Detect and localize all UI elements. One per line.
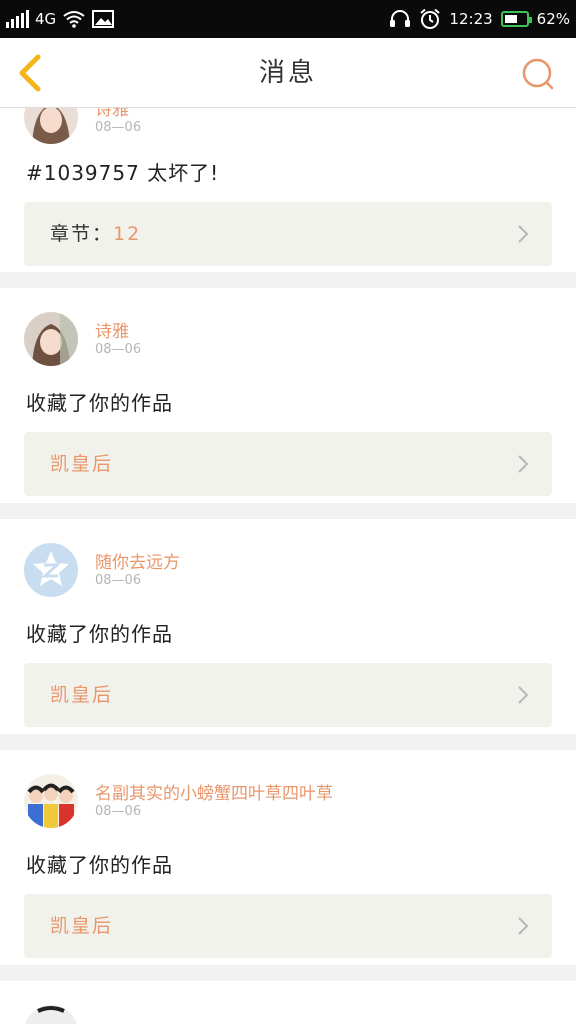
battery-icon <box>500 11 532 27</box>
chevron-right-icon <box>518 917 529 935</box>
chapter-key: 章节： <box>50 223 114 245</box>
message-date: 08—06 <box>95 120 142 135</box>
avatar[interactable] <box>24 108 78 144</box>
message-text: 收藏了你的作品 <box>26 853 173 877</box>
username[interactable]: 诗雅 <box>95 317 129 342</box>
avatar[interactable] <box>24 1005 78 1024</box>
work-link[interactable]: 凯皇后 <box>24 663 552 727</box>
signal-icon <box>6 10 29 28</box>
work-title: 凯皇后 <box>50 684 114 706</box>
message-text: 收藏了你的作品 <box>26 622 173 646</box>
work-link[interactable]: 凯皇后 <box>24 894 552 958</box>
message-user-row: 诗雅 08—06 <box>24 312 552 368</box>
message-card: 名副其实的小螃蟹四叶草四叶草 08—06 收藏了你的作品 凯皇后 <box>0 750 576 965</box>
chapter-value: 12 <box>113 223 142 245</box>
work-title: 凯皇后 <box>50 915 114 937</box>
battery-percent: 62% <box>536 10 570 28</box>
message-card: 诗雅 08—06 #1039757 太坏了! 章节：12 <box>0 108 576 272</box>
chapter-link[interactable]: 章节：12 <box>24 202 552 266</box>
status-bar: 4G 12:23 62% <box>0 0 576 38</box>
alarm-icon <box>420 8 441 29</box>
avatar[interactable] <box>24 312 78 366</box>
message-date: 08—06 <box>95 342 142 357</box>
clock: 12:23 <box>449 10 493 28</box>
username[interactable]: 诗雅 <box>95 108 129 120</box>
image-icon <box>92 10 115 28</box>
chapter-link-label: 章节：12 <box>50 202 141 266</box>
chevron-right-icon <box>518 455 529 473</box>
battery-fill <box>504 15 517 23</box>
message-user-row: 诗雅 08—06 <box>24 108 552 146</box>
network-label: 4G <box>35 10 57 28</box>
message-card: 随你去远方 08—06 收藏了你的作品 凯皇后 <box>0 519 576 734</box>
chevron-right-icon <box>518 225 529 243</box>
username[interactable]: 随你去远方 <box>95 548 180 573</box>
message-date: 08—06 <box>95 804 142 819</box>
app-header: 消息 <box>0 38 576 108</box>
headset-icon <box>390 10 411 27</box>
chevron-right-icon <box>518 686 529 704</box>
status-left: 4G <box>6 8 115 30</box>
work-title: 凯皇后 <box>50 453 114 475</box>
avatar[interactable] <box>24 774 78 828</box>
message-feed[interactable]: 诗雅 08—06 #1039757 太坏了! 章节：12 诗雅 08—06 收藏… <box>0 108 576 1024</box>
page-title: 消息 <box>258 58 317 88</box>
message-user-row: 名副其实的小螃蟹四叶草四叶草 08—06 <box>24 774 552 830</box>
wifi-icon <box>63 11 85 28</box>
message-date: 08—06 <box>95 573 142 588</box>
message-user-row: 随你去远方 08—06 <box>24 543 552 599</box>
message-text: #1039757 太坏了! <box>26 161 220 185</box>
work-link[interactable]: 凯皇后 <box>24 432 552 496</box>
message-text: 收藏了你的作品 <box>26 391 173 415</box>
status-right: 12:23 62% <box>389 8 570 30</box>
message-card: 诗雅 08—06 收藏了你的作品 凯皇后 <box>0 288 576 503</box>
username[interactable]: 名副其实的小螃蟹四叶草四叶草 <box>95 779 333 804</box>
message-card <box>0 981 576 1024</box>
avatar[interactable] <box>24 543 78 597</box>
search-icon[interactable] <box>520 56 556 92</box>
